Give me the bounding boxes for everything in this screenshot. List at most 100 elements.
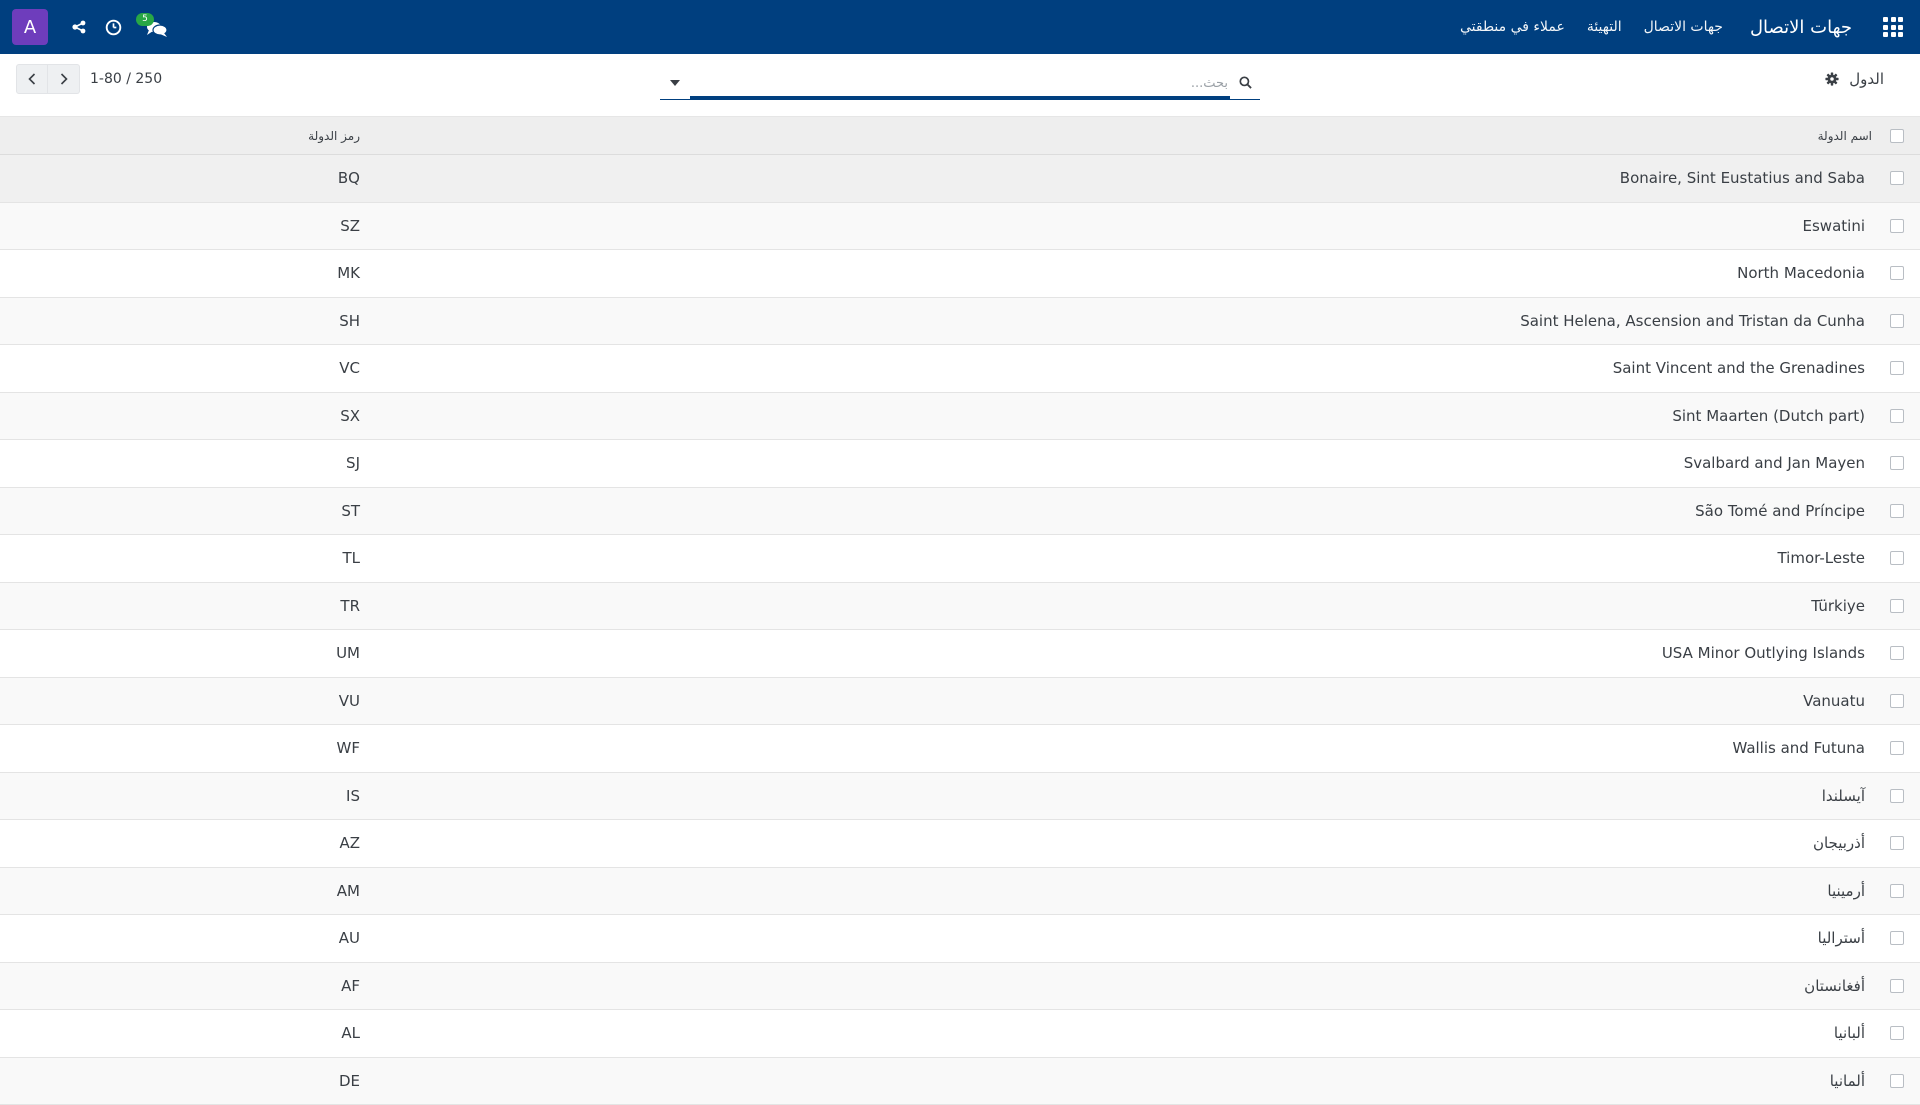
country-name-cell: Saint Helena, Ascension and Tristan da C… — [1520, 298, 1865, 345]
country-code-cell: SH — [339, 298, 360, 345]
country-code-cell: WF — [337, 725, 360, 772]
country-name-cell: أستراليا — [1818, 915, 1865, 962]
search-options-toggle[interactable] — [660, 66, 690, 100]
row-checkbox[interactable] — [1890, 931, 1904, 945]
row-checkbox[interactable] — [1890, 884, 1904, 898]
country-name-cell: آيسلندا — [1822, 773, 1865, 820]
systray: A 5 — [12, 0, 174, 54]
country-name-cell: São Tomé and Príncipe — [1695, 488, 1865, 535]
menu-item-customers-in-my-area[interactable]: عملاء في منطقتي — [1460, 19, 1565, 35]
search-bar — [660, 66, 1260, 100]
menu-item-contacts[interactable]: جهات الاتصال — [1644, 19, 1723, 35]
row-checkbox[interactable] — [1890, 219, 1904, 233]
table-row[interactable]: VanuatuVU — [0, 678, 1920, 726]
chevron-left-icon — [28, 73, 36, 85]
table-row[interactable]: أذربيجان AZ — [0, 820, 1920, 868]
table-row[interactable]: ألمانياDE — [0, 1058, 1920, 1105]
row-checkbox[interactable] — [1890, 979, 1904, 993]
country-code-cell: AM — [337, 868, 360, 915]
row-checkbox[interactable] — [1890, 694, 1904, 708]
country-code-cell: IS — [346, 773, 360, 820]
search-icon[interactable] — [1230, 66, 1260, 100]
avatar[interactable]: A — [12, 9, 48, 45]
row-checkbox[interactable] — [1890, 599, 1904, 613]
pager-value[interactable]: 1-80 / 250 — [90, 71, 162, 87]
table-row[interactable]: North Macedonia MK — [0, 250, 1920, 298]
row-checkbox[interactable] — [1890, 456, 1904, 470]
app-brand[interactable]: جهات الاتصال — [1750, 17, 1852, 38]
table-row[interactable]: TürkiyeTR — [0, 583, 1920, 631]
row-checkbox[interactable] — [1890, 361, 1904, 375]
chevron-right-icon — [60, 73, 68, 85]
table-row[interactable]: أفغانستان AF — [0, 963, 1920, 1011]
search-input[interactable] — [690, 71, 1230, 99]
table-row[interactable]: ألبانياAL — [0, 1010, 1920, 1058]
menu-item-configuration[interactable]: التهيئة — [1587, 19, 1622, 35]
country-name-cell: Sint Maarten (Dutch part) — [1672, 393, 1865, 440]
row-checkbox[interactable] — [1890, 504, 1904, 518]
control-panel: الدول — [0, 54, 1920, 117]
table-row[interactable]: آيسلندا IS — [0, 773, 1920, 821]
table-row[interactable]: Bonaire, Sint Eustatius and SabaBQ — [0, 155, 1920, 203]
messages-count-badge: 5 — [136, 13, 154, 26]
row-checkbox[interactable] — [1890, 1026, 1904, 1040]
country-code-cell: MK — [337, 250, 360, 297]
row-checkbox[interactable] — [1890, 551, 1904, 565]
row-checkbox[interactable] — [1890, 1074, 1904, 1088]
country-name-cell: أفغانستان — [1804, 963, 1865, 1010]
pager-previous-button[interactable] — [16, 64, 48, 94]
country-name-cell: أرمينيا — [1827, 868, 1865, 915]
country-code-cell: VC — [339, 345, 360, 392]
country-code-cell: AZ — [339, 820, 360, 867]
country-code-cell: SX — [340, 393, 360, 440]
list-body: Bonaire, Sint Eustatius and SabaBQEswati… — [0, 155, 1920, 1105]
country-code-cell: VU — [339, 678, 360, 725]
table-row[interactable]: Saint Helena, Ascension and Tristan da C… — [0, 298, 1920, 346]
country-code-cell: AF — [341, 963, 360, 1010]
table-row[interactable]: EswatiniSZ — [0, 203, 1920, 251]
country-name-cell: أذربيجان — [1813, 820, 1865, 867]
pager: 1-80 / 250 — [16, 64, 162, 94]
table-row[interactable]: أستراليا AU — [0, 915, 1920, 963]
apps-grid-icon[interactable] — [1866, 0, 1920, 54]
country-code-cell: AU — [339, 915, 360, 962]
country-code-cell: AL — [341, 1010, 360, 1057]
caret-down-icon — [670, 80, 680, 86]
country-name-cell: Svalbard and Jan Mayen — [1684, 440, 1865, 487]
breadcrumb: الدول — [1825, 70, 1884, 88]
country-name-cell: USA Minor Outlying Islands — [1662, 630, 1865, 677]
row-checkbox[interactable] — [1890, 789, 1904, 803]
chat-icon[interactable]: 5 — [130, 0, 174, 54]
country-name-cell: North Macedonia — [1737, 250, 1865, 297]
clock-icon[interactable] — [96, 0, 130, 54]
row-checkbox[interactable] — [1890, 646, 1904, 660]
country-code-cell: TL — [342, 535, 360, 582]
country-code-cell: UM — [336, 630, 360, 677]
row-checkbox[interactable] — [1890, 171, 1904, 185]
row-checkbox[interactable] — [1890, 741, 1904, 755]
country-code-cell: DE — [339, 1058, 360, 1105]
row-checkbox[interactable] — [1890, 409, 1904, 423]
column-header-name[interactable]: اسم الدولة — [1818, 117, 1872, 154]
top-navbar: جهات الاتصال جهات الاتصال التهيئة عملاء … — [0, 0, 1920, 54]
share-icon[interactable] — [62, 0, 96, 54]
country-name-cell: Bonaire, Sint Eustatius and Saba — [1620, 155, 1865, 202]
pager-next-button[interactable] — [48, 64, 80, 94]
country-code-cell: SZ — [340, 203, 360, 250]
gear-icon[interactable] — [1825, 72, 1839, 86]
row-checkbox[interactable] — [1890, 266, 1904, 280]
table-row[interactable]: Sint Maarten (Dutch part) SX — [0, 393, 1920, 441]
select-all-checkbox[interactable] — [1890, 129, 1904, 143]
table-row[interactable]: أرمينيا AM — [0, 868, 1920, 916]
table-row[interactable]: USA Minor Outlying Islands UM — [0, 630, 1920, 678]
table-row[interactable]: Wallis and FutunaWF — [0, 725, 1920, 773]
row-checkbox[interactable] — [1890, 314, 1904, 328]
table-row[interactable]: Svalbard and Jan MayenSJ — [0, 440, 1920, 488]
row-checkbox[interactable] — [1890, 836, 1904, 850]
table-row[interactable]: Saint Vincent and the GrenadinesVC — [0, 345, 1920, 393]
country-code-cell: TR — [340, 583, 360, 630]
table-row[interactable]: São Tomé and PríncipeST — [0, 488, 1920, 536]
table-row[interactable]: Timor-LesteTL — [0, 535, 1920, 583]
column-header-code[interactable]: رمز الدولة — [308, 117, 360, 154]
list-header: اسم الدولة رمز الدولة — [0, 117, 1920, 155]
